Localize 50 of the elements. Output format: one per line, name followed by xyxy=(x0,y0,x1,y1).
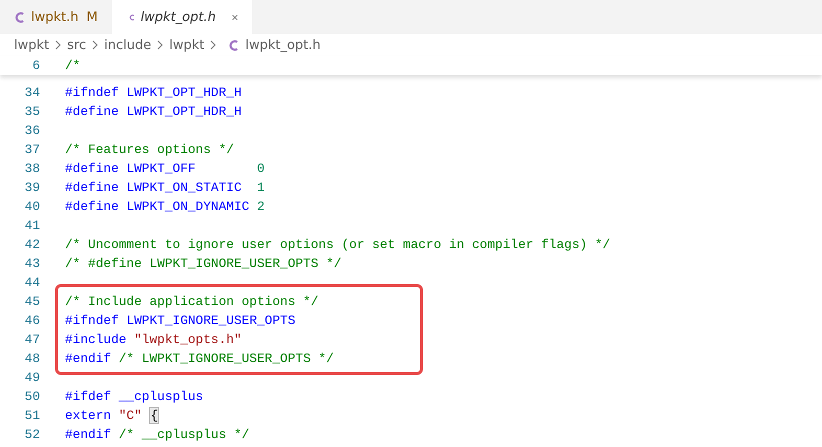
line-number: 41 xyxy=(24,218,40,233)
line-number: 43 xyxy=(24,256,40,271)
line-number: 38 xyxy=(24,161,40,176)
line-number: 51 xyxy=(24,408,40,423)
breadcrumb-item[interactable]: src xyxy=(67,38,86,52)
line-number: 48 xyxy=(24,351,40,366)
line-number: 39 xyxy=(24,180,40,195)
breadcrumb-item[interactable]: lwpkt_opt.h xyxy=(245,38,321,52)
code-line: /* Features options */ xyxy=(65,142,234,157)
chevron-icon xyxy=(92,40,98,50)
line-number: 6 xyxy=(31,58,40,73)
code-line: #define LWPKT_ON_STATIC 1 xyxy=(65,180,265,195)
code-line: /* Include application options */ xyxy=(65,294,318,309)
breadcrumb-item[interactable]: lwpkt xyxy=(169,38,204,52)
line-number: 37 xyxy=(24,142,40,157)
code-line: #include "lwpkt_opts.h" xyxy=(65,332,242,347)
breadcrumb-item[interactable]: lwpkt xyxy=(14,38,50,52)
editor-tab[interactable]: lwpkt_opt.h xyxy=(112,0,252,34)
line-number: 42 xyxy=(24,237,40,252)
chevron-icon xyxy=(55,40,62,50)
code-line: #ifndef LWPKT_OPT_HDR_H xyxy=(65,85,242,100)
modified-label: M xyxy=(86,10,98,24)
code-line: #ifdef __cplusplus xyxy=(65,389,204,404)
code-line: extern "C" { xyxy=(65,408,160,423)
line-number: 50 xyxy=(24,389,40,404)
line-number: 46 xyxy=(24,313,40,328)
chevron-icon xyxy=(210,40,216,50)
code-line: /* #define LWPKT_IGNORE_USER_OPTS */ xyxy=(65,256,342,271)
line-number: 52 xyxy=(24,427,40,442)
c-file-icon xyxy=(228,38,240,52)
code-line: #endif /* LWPKT_IGNORE_USER_OPTS */ xyxy=(65,351,334,366)
code-line: #define LWPKT_OPT_HDR_H xyxy=(65,104,242,119)
line-number: 49 xyxy=(24,370,40,385)
line-number: 44 xyxy=(24,275,40,290)
code-line: #define LWPKT_ON_DYNAMIC 2 xyxy=(65,199,265,214)
line-number: 47 xyxy=(24,332,40,347)
code-line: #endif /* __cplusplus */ xyxy=(65,427,250,442)
code-line: #define LWPKT_OFF 0 xyxy=(65,161,265,176)
breadcrumb-item[interactable]: include xyxy=(104,38,152,52)
c-file-icon xyxy=(14,10,25,24)
line-number: 40 xyxy=(24,199,40,214)
code-line: /* Uncomment to ignore user options (or set macro in compiler flags) */ xyxy=(65,237,610,252)
line-number: 34 xyxy=(24,85,40,100)
line-number: 35 xyxy=(24,104,40,119)
code-line: /* xyxy=(65,58,80,73)
code-line: #ifndef LWPKT_IGNORE_USER_OPTS xyxy=(65,313,296,328)
editor-tab[interactable]: lwpkt.h M xyxy=(0,0,112,34)
line-number: 36 xyxy=(24,123,40,138)
line-number: 45 xyxy=(24,294,40,309)
chevron-icon xyxy=(157,40,164,50)
